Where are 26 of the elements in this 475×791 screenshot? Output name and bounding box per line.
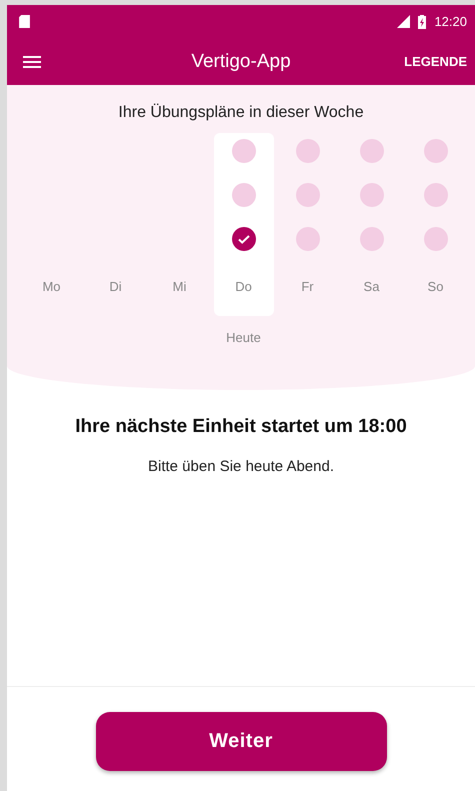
day-label: So — [428, 279, 444, 294]
continue-button[interactable]: Weiter — [96, 712, 386, 771]
day-label: Mi — [172, 279, 186, 294]
day-column[interactable]: Fr — [278, 133, 338, 316]
day-column[interactable]: Mi — [150, 133, 210, 316]
signal-icon — [397, 15, 410, 28]
sd-card-icon — [19, 15, 30, 28]
day-column[interactable]: Sa — [342, 133, 402, 316]
day-column[interactable]: Di — [86, 133, 146, 316]
today-label: Heute — [226, 330, 261, 345]
week-title: Ihre Übungspläne in dieser Woche — [118, 104, 364, 122]
day-label: Sa — [364, 279, 380, 294]
day-label: Do — [235, 279, 252, 294]
battery-icon — [418, 14, 426, 28]
day-label: Fr — [301, 279, 314, 294]
day-column[interactable]: So — [406, 133, 466, 316]
day-column[interactable]: Mo — [22, 133, 82, 316]
today-card[interactable]: Do — [214, 133, 274, 316]
day-label: Mo — [42, 279, 61, 294]
legend-button[interactable]: LEGENDE — [404, 54, 467, 69]
status-time: 12:20 — [434, 14, 467, 29]
app-title: Vertigo-App — [191, 50, 291, 72]
next-session-text: Bitte üben Sie heute Abend. — [148, 458, 334, 475]
menu-icon[interactable] — [23, 56, 41, 68]
day-label: Di — [109, 279, 122, 294]
next-session-heading: Ihre nächste Einheit startet um 18:00 — [75, 416, 407, 438]
